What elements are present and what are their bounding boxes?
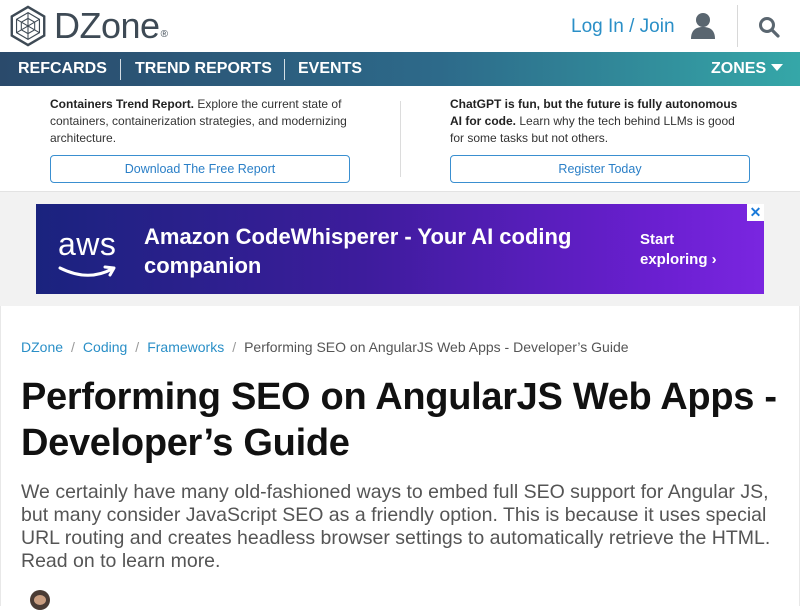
logo-text: DZone xyxy=(54,5,160,46)
breadcrumb: DZone / Coding / Frameworks / Performing SEO o… xyxy=(21,339,629,355)
article-title: Performing SEO on AngularJS Web Apps - D… xyxy=(21,376,777,464)
search-icon[interactable] xyxy=(758,16,780,38)
promo-left-text: Containers Trend Report. Explore the cur… xyxy=(50,96,350,147)
nav-separator xyxy=(284,59,285,80)
aws-ad-banner[interactable]: aws Amazon CodeWhisperer - Your AI codin… xyxy=(36,204,764,294)
breadcrumb-coding[interactable]: Coding xyxy=(83,339,127,355)
dzone-logo-icon xyxy=(10,5,46,47)
aws-smile-icon xyxy=(58,265,116,277)
promo-right-text: ChatGPT is fun, but the future is fully … xyxy=(450,96,750,147)
promo-divider xyxy=(400,101,401,177)
dzone-logo[interactable]: DZone ® xyxy=(8,5,168,47)
breadcrumb-separator: / xyxy=(135,339,140,355)
close-icon[interactable]: ✕ xyxy=(747,204,764,221)
download-report-button[interactable]: Download The Free Report xyxy=(50,155,350,183)
nav-zones-label: ZONES xyxy=(711,60,767,77)
nav-refcards[interactable]: REFCARDS xyxy=(18,52,107,86)
breadcrumb-current: Performing SEO on AngularJS Web Apps - D… xyxy=(244,339,629,355)
site-header: DZone ® Log In / Join xyxy=(0,0,800,52)
login-join-link[interactable]: Log In / Join xyxy=(571,16,675,38)
nav-events[interactable]: EVENTS xyxy=(298,52,362,86)
author-avatar[interactable] xyxy=(30,590,50,610)
nav-trend-reports[interactable]: TREND REPORTS xyxy=(135,52,272,86)
breadcrumb-frameworks[interactable]: Frameworks xyxy=(147,339,224,355)
breadcrumb-separator: / xyxy=(71,339,75,355)
breadcrumb-separator: / xyxy=(232,339,237,355)
breadcrumb-dzone[interactable]: DZone xyxy=(21,339,63,355)
logo-registered-mark: ® xyxy=(160,28,168,40)
register-today-button[interactable]: Register Today xyxy=(450,155,750,183)
nav-separator xyxy=(120,59,121,80)
user-icon[interactable] xyxy=(690,12,716,40)
header-divider xyxy=(737,5,738,47)
nav-zones[interactable]: ZONES xyxy=(711,52,784,86)
ad-start-exploring-link[interactable]: Start exploring › xyxy=(640,230,730,270)
main-nav: REFCARDS TREND REPORTS EVENTS ZONES xyxy=(0,52,800,86)
aws-logo: aws xyxy=(58,226,117,262)
promo-left-title: Containers Trend Report. xyxy=(50,97,195,111)
article-border-left xyxy=(0,306,1,606)
caret-down-icon xyxy=(771,64,784,71)
article-subtitle: We certainly have many old-fashioned way… xyxy=(21,481,771,572)
ad-headline: Amazon CodeWhisperer - Your AI coding co… xyxy=(144,224,572,278)
